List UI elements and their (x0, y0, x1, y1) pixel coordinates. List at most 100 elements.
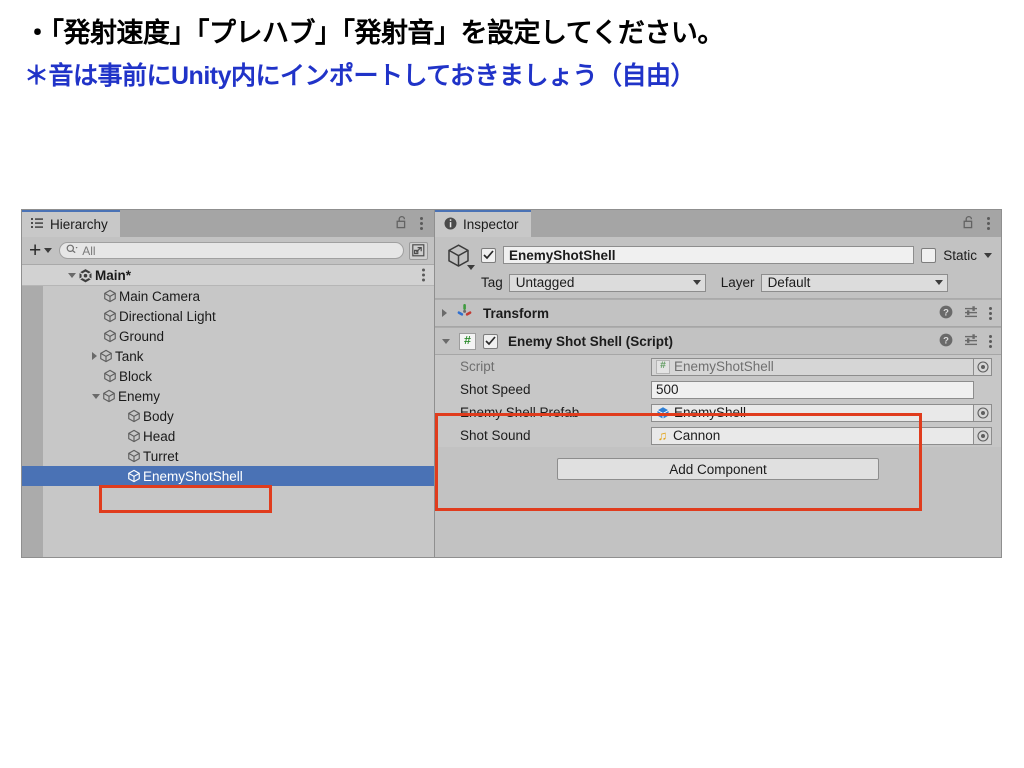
lock-open-icon[interactable] (963, 215, 975, 232)
object-picker-icon[interactable] (974, 403, 992, 422)
property-value-field[interactable]: EnemyShell (651, 403, 974, 422)
hierarchy-item-main[interactable]: Main* (22, 265, 434, 286)
property-row-script: Script # EnemyShotShell (435, 355, 1001, 378)
slide-heading-line-2: ＊音は事前にUnity内にインポートしておきましょう（自由） (24, 62, 696, 91)
gameobject-cube-icon (103, 289, 117, 303)
preset-sliders-icon[interactable] (964, 305, 978, 322)
component-icons-enemy-shot-shell: ? (939, 333, 992, 350)
add-component-button[interactable]: Add Component (557, 458, 879, 480)
kebab-menu-icon[interactable] (987, 217, 990, 230)
component-header-transform[interactable]: Transform ? (435, 299, 1001, 327)
twisty-placeholder (116, 472, 125, 481)
slide-page: ・「発射速度」「プレハブ」「発射音」を設定してください。 ＊音は事前にUnity… (0, 0, 1024, 768)
object-picker-icon[interactable] (974, 357, 992, 376)
inspector-property-rows: Script # EnemyShotShell Shot Speed 500 Enemy … (435, 355, 1001, 447)
gameobject-enabled-checkbox[interactable] (481, 247, 496, 263)
inspector-gameobject-header: EnemyShotShell Static Tag Untagged Layer… (435, 237, 1001, 299)
open-in-window-icon[interactable] (409, 241, 428, 260)
svg-text:?: ? (943, 335, 949, 346)
gameobject-cube-icon (127, 469, 141, 483)
tab-inspector-label: Inspector (463, 217, 519, 232)
twisty-placeholder (92, 332, 101, 341)
gameobject-cube-icon (127, 449, 141, 463)
hierarchy-tree: Main* Main Camera Directional Light Ground T… (22, 265, 434, 557)
help-circle-icon[interactable]: ? (939, 333, 953, 350)
inspector-tabbar: Inspector (435, 210, 1001, 237)
property-value-text: 500 (656, 382, 679, 397)
transform-axis-icon (456, 303, 473, 323)
hierarchy-list-icon (31, 217, 44, 232)
object-picker-icon[interactable] (974, 426, 992, 445)
twisty-placeholder (92, 312, 101, 321)
hierarchy-item-label: Turret (143, 448, 179, 464)
hierarchy-item-ground[interactable]: Ground (22, 326, 434, 346)
chevron-right-icon[interactable] (442, 309, 447, 317)
tab-hierarchy[interactable]: Hierarchy (22, 210, 120, 237)
csharp-script-icon: # (459, 332, 476, 350)
chevron-down-icon[interactable] (442, 338, 450, 344)
tab-inspector[interactable]: Inspector (435, 210, 531, 237)
help-circle-icon[interactable]: ? (939, 305, 953, 322)
component-header-enemy-shot-shell[interactable]: # Enemy Shot Shell (Script) ? (435, 327, 1001, 355)
property-value-field[interactable]: # EnemyShotShell (651, 357, 974, 376)
hierarchy-item-directional-light[interactable]: Directional Light (22, 306, 434, 326)
chevron-right-icon[interactable] (92, 352, 97, 360)
hierarchy-search-placeholder: All (82, 243, 96, 258)
hierarchy-item-enemyshotshell[interactable]: EnemyShotShell (22, 466, 434, 486)
gameobject-tag-layer-row: Tag Untagged Layer Default (442, 272, 992, 293)
hierarchy-item-body[interactable]: Body (22, 406, 434, 426)
twisty-placeholder (92, 372, 101, 381)
twisty-placeholder (116, 452, 125, 461)
gameobject-cube-icon (102, 389, 116, 403)
kebab-menu-icon[interactable] (420, 217, 423, 230)
slide-heading-line-1: ・「発射速度」「プレハブ」「発射音」を設定してください。 (24, 18, 724, 48)
preset-sliders-icon[interactable] (964, 333, 978, 350)
gameobject-cube-icon (103, 309, 117, 323)
unity-editor-window: Hierarchy + All Main* Main Camera Direct… (21, 209, 1002, 558)
layer-dropdown[interactable]: Default (760, 273, 948, 292)
property-value-text: EnemyShotShell (674, 359, 774, 374)
component-title-enemy-shot-shell: Enemy Shot Shell (Script) (508, 333, 674, 349)
property-label: Shot Sound (460, 428, 531, 443)
hierarchy-item-enemy[interactable]: Enemy (22, 386, 434, 406)
hierarchy-tabbar-filler (120, 210, 396, 237)
gameobject-cube-icon[interactable] (442, 240, 475, 270)
hierarchy-item-main-camera[interactable]: Main Camera (22, 286, 434, 306)
property-value-field[interactable]: ♫ Cannon (651, 426, 974, 445)
chevron-down-icon[interactable] (68, 272, 76, 278)
hierarchy-item-label: Block (119, 368, 153, 384)
slide-heading-block: ・「発射速度」「プレハブ」「発射音」を設定してください。 ＊音は事前にUnity… (24, 14, 1004, 94)
hierarchy-item-head[interactable]: Head (22, 426, 434, 446)
hierarchy-tabbar: Hierarchy (22, 210, 434, 237)
tag-label: Tag (481, 275, 503, 290)
prefab-cube-icon (656, 406, 670, 420)
component-enabled-checkbox[interactable] (483, 333, 498, 349)
lock-open-icon[interactable] (396, 215, 408, 232)
static-checkbox[interactable] (921, 247, 937, 263)
unity-scene-icon (78, 268, 93, 283)
create-gameobject-button[interactable]: + (27, 240, 54, 261)
kebab-menu-icon[interactable] (422, 268, 425, 282)
gameobject-name-input[interactable]: EnemyShotShell (503, 246, 915, 264)
hierarchy-search-input[interactable]: All (59, 242, 404, 259)
property-value-text: EnemyShell (674, 405, 747, 420)
hierarchy-item-tank[interactable]: Tank (22, 346, 434, 366)
csharp-hash-glyph: # (463, 334, 472, 348)
hierarchy-item-label: Tank (115, 348, 144, 364)
info-circle-icon (444, 217, 457, 233)
chevron-down-icon[interactable] (92, 393, 100, 399)
tab-hierarchy-label: Hierarchy (50, 217, 108, 232)
static-dropdown-chevron-down-icon[interactable] (984, 252, 992, 258)
hierarchy-item-block[interactable]: Block (22, 366, 434, 386)
gameobject-cube-icon (127, 409, 141, 423)
hierarchy-item-turret[interactable]: Turret (22, 446, 434, 466)
hierarchy-item-label: Head (143, 428, 176, 444)
property-row-shot-sound: Shot Sound ♫ Cannon (435, 424, 1001, 447)
tag-dropdown[interactable]: Untagged (508, 273, 706, 292)
tag-value: Untagged (515, 275, 575, 290)
kebab-menu-icon[interactable] (989, 334, 992, 348)
hierarchy-item-label: Main Camera (119, 288, 201, 304)
hierarchy-item-label: Main* (95, 267, 132, 283)
kebab-menu-icon[interactable] (989, 306, 992, 320)
property-value-field[interactable]: 500 (651, 380, 974, 399)
